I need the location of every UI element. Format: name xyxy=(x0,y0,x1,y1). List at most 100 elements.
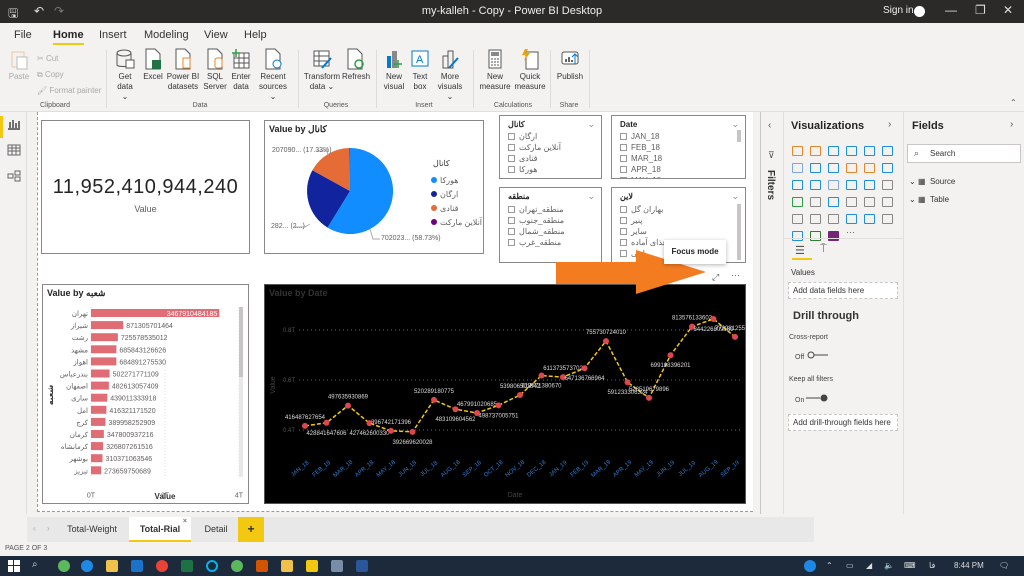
clock[interactable]: 8:44 PM xyxy=(954,561,984,570)
slicer-item[interactable]: منطقه_جنوب xyxy=(508,215,564,226)
treemap-visual-icon[interactable] xyxy=(882,180,893,190)
filters-label[interactable]: Filters xyxy=(765,170,776,200)
new-measure-button[interactable]: New measure xyxy=(478,48,512,92)
tab-modeling[interactable]: Modeling xyxy=(144,29,189,41)
slicer-item[interactable]: پنیر xyxy=(620,215,642,226)
mail-icon[interactable] xyxy=(131,560,143,572)
wifi-icon[interactable]: ◢ xyxy=(866,561,872,570)
add-data-fields-dropzone[interactable]: Add data fields here xyxy=(788,282,898,299)
tab-help[interactable]: Help xyxy=(244,29,267,41)
chevron-down-icon[interactable]: ⌄ xyxy=(587,119,595,130)
tab-insert[interactable]: Insert xyxy=(99,29,127,41)
more-visuals-button[interactable]: More visuals ⌄ xyxy=(434,48,466,102)
gauge-visual-icon[interactable] xyxy=(828,197,839,207)
multi-row-card-visual-icon[interactable] xyxy=(864,197,875,207)
page-tab-detail[interactable]: Detail xyxy=(191,517,241,542)
slicer-item[interactable]: هورکا xyxy=(508,164,537,175)
excel-icon[interactable] xyxy=(181,560,193,572)
windows-start-icon[interactable] xyxy=(8,560,20,572)
page-tab-total-weight[interactable]: Total-Weight xyxy=(55,517,129,542)
power-bi-datasets-button[interactable]: Power BI datasets xyxy=(166,48,200,92)
data-view-icon[interactable] xyxy=(7,144,21,156)
copy-button[interactable]: ⧉ Copy xyxy=(37,70,64,80)
chevron-down-icon[interactable]: ⌄ xyxy=(731,119,739,130)
slicer-item[interactable]: سایر xyxy=(620,226,647,237)
legend-item[interactable]: قنادی xyxy=(431,202,482,216)
slicer-item[interactable]: غذای آماده xyxy=(620,237,667,248)
slicer-date[interactable]: Date ⌄ JAN_18 FEB_18 MAR_18 APR_18 MAY_1… xyxy=(611,115,746,179)
get-data-button[interactable]: Get data ⌄ xyxy=(113,48,137,102)
publish-button[interactable]: Publish xyxy=(555,48,585,82)
map-visual-icon[interactable] xyxy=(792,197,803,207)
tab-file[interactable]: File xyxy=(14,29,32,41)
stacked-column-visual-icon[interactable] xyxy=(810,146,821,156)
chevron-down-icon[interactable]: ⌄ xyxy=(731,191,739,202)
maximize-button[interactable]: ❐ xyxy=(975,3,986,17)
line-clustered-visual-icon[interactable] xyxy=(864,163,875,173)
keep-filters-toggle[interactable]: On xyxy=(795,394,830,404)
new-visual-button[interactable]: New visual xyxy=(382,48,406,92)
stacked-area-visual-icon[interactable] xyxy=(828,163,839,173)
tab-view[interactable]: View xyxy=(204,29,228,41)
slicer-item[interactable]: آنلاین مارکت xyxy=(508,142,561,153)
slicer-item[interactable]: بهاران گل xyxy=(620,204,663,215)
slicer-item[interactable]: APR_18 xyxy=(620,164,661,175)
fields-search-input[interactable]: ⌕ Search xyxy=(907,144,1021,163)
qa-visual-icon[interactable] xyxy=(792,231,803,241)
line-column-visual-icon[interactable] xyxy=(846,163,857,173)
page-tab-total-rial[interactable]: Total-Rial × xyxy=(129,517,191,542)
card-visual[interactable]: 11,952,410,944,240 Value xyxy=(41,120,250,254)
chrome-icon[interactable] xyxy=(156,560,168,572)
ribbon-visual-icon[interactable] xyxy=(882,163,893,173)
chevron-up-icon[interactable]: ⌃ xyxy=(826,561,833,570)
power-bi-icon[interactable] xyxy=(306,560,318,572)
avatar[interactable] xyxy=(914,6,925,17)
text-box-button[interactable]: A Text box xyxy=(409,48,431,92)
stacked-bar-visual-icon[interactable] xyxy=(792,146,803,156)
enter-data-button[interactable]: Enter data xyxy=(229,48,253,92)
slicer-item[interactable]: منطقه_شمال xyxy=(508,226,565,237)
clustered-bar-visual-icon[interactable] xyxy=(828,146,839,156)
notifications-icon[interactable]: 🗨 xyxy=(999,561,1009,570)
slicer-item[interactable]: MAY_18 xyxy=(620,175,661,178)
recent-sources-button[interactable]: Recent sources ⌄ xyxy=(256,48,290,102)
close-button[interactable]: ✕ xyxy=(1003,3,1013,17)
more-visuals-icon[interactable]: ··· xyxy=(846,227,855,237)
table-visual-icon[interactable] xyxy=(810,214,821,224)
field-table-table[interactable]: ⌄ ▦ Table xyxy=(909,195,949,204)
slicer-item[interactable]: ارگان xyxy=(508,131,537,142)
search-icon[interactable]: ⌕ xyxy=(32,559,38,570)
add-page-button[interactable]: + xyxy=(238,517,264,542)
cortana-icon[interactable] xyxy=(206,560,218,572)
kpi-visual-icon[interactable] xyxy=(882,197,893,207)
report-view-icon[interactable] xyxy=(7,118,21,130)
card-visual-icon[interactable] xyxy=(846,197,857,207)
cross-report-toggle[interactable]: Off xyxy=(795,351,830,361)
prev-page-icon[interactable]: ‹ xyxy=(33,524,36,533)
bar-chart-visual[interactable]: Value by شعبه 0T 2T 4T تهران 3467910484185 شی… xyxy=(42,284,249,504)
pie-visual-icon[interactable] xyxy=(846,180,857,190)
filled-map-visual-icon[interactable] xyxy=(810,197,821,207)
model-view-icon[interactable] xyxy=(7,170,21,182)
keyboard-icon[interactable]: ⌨ xyxy=(904,561,916,570)
scatter-visual-icon[interactable] xyxy=(828,180,839,190)
quick-measure-button[interactable]: Quick measure xyxy=(513,48,547,92)
100-bar-visual-icon[interactable] xyxy=(864,146,875,156)
sql-server-button[interactable]: SQL Server xyxy=(203,48,227,92)
clustered-column-visual-icon[interactable] xyxy=(846,146,857,156)
legend-item[interactable]: ارگان xyxy=(431,188,482,202)
100-column-visual-icon[interactable] xyxy=(882,146,893,156)
slicer-item[interactable]: منطقه_غرب xyxy=(508,237,561,248)
add-drill-through-dropzone[interactable]: Add drill-through fields here xyxy=(788,414,898,431)
transform-data-button[interactable]: Transform data ⌄ xyxy=(303,48,341,92)
language-indicator[interactable]: فا xyxy=(929,561,935,570)
arcgis-visual-icon[interactable] xyxy=(810,231,821,241)
help-icon[interactable] xyxy=(804,560,816,572)
app-icon[interactable] xyxy=(281,560,293,572)
tab-home[interactable]: Home xyxy=(53,29,84,45)
slicer-item[interactable]: منطقه_تهران xyxy=(508,204,563,215)
edge-icon[interactable] xyxy=(81,560,93,572)
close-tab-icon[interactable]: × xyxy=(183,509,187,534)
key-influencers-visual-icon[interactable] xyxy=(882,214,893,224)
cut-button[interactable]: ✂ Cut xyxy=(37,54,58,63)
